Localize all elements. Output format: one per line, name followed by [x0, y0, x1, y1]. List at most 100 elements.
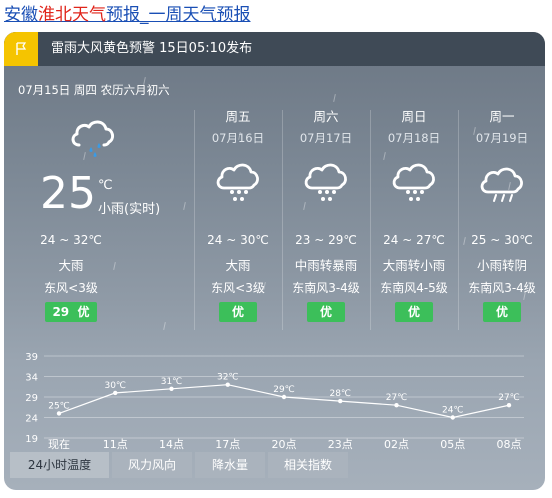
forecast-temp-range: 24 ~ 27℃	[383, 233, 445, 247]
forecast-date: 07月19日	[475, 131, 529, 145]
rain-streak	[163, 321, 166, 331]
point-value-label: 29℃	[273, 385, 295, 395]
temperature-point[interactable]	[281, 394, 287, 400]
rain-streak	[383, 151, 386, 161]
x-tick-label: 20点	[272, 438, 297, 450]
x-tick-label: 08点	[497, 438, 522, 450]
tab-24h-temperature[interactable]: 24小时温度	[10, 452, 109, 478]
warning-flag-icon	[4, 32, 38, 66]
today-summary: 24 ~ 32℃ 大雨 东风<3级 29 优	[30, 232, 112, 322]
temperature-line-chart: 39 34 29 24 19 25℃ 30℃ 31℃ 32℃ 29℃ 28℃ 27℃ 24℃ 27℃ 现在 1…	[25, 352, 524, 450]
forecast-weekday: 周一	[489, 109, 515, 124]
forecast-aqi-badge[interactable]: 优	[395, 302, 433, 322]
tab-related-index[interactable]: 相关指数	[268, 452, 348, 478]
rain-cloud-icon	[212, 162, 264, 208]
forecast-wind: 东风<3级	[211, 281, 265, 295]
point-value-label: 27℃	[386, 393, 408, 403]
forecast-wind: 东南风4-5级	[380, 281, 448, 295]
forecast-weather: 大雨转小雨	[382, 258, 446, 273]
chart-tabs: 24小时温度 风力风向 降水量 相关指数	[4, 452, 545, 480]
rain-streak	[113, 261, 116, 271]
current-temperature: 25	[40, 168, 96, 219]
forecast-day-summary: 24 ~ 27℃ 大雨转小雨 东南风4-5级 优	[373, 232, 455, 322]
today-wind: 东风<3级	[44, 281, 98, 295]
forecast-aqi-badge[interactable]: 优	[483, 302, 521, 322]
forecast-aqi-badge[interactable]: 优	[219, 302, 257, 322]
forecast-wind: 东南风3-4级	[292, 281, 360, 295]
temperature-point[interactable]	[338, 398, 343, 404]
forecast-aqi-badge[interactable]: 优	[307, 302, 345, 322]
point-value-label: 31℃	[161, 377, 183, 387]
column-divider	[194, 110, 195, 330]
x-tick-label: 23点	[328, 438, 353, 450]
forecast-day-summary: 24 ~ 30℃ 大雨 东风<3级 优	[197, 232, 279, 322]
title-city: 淮北天气	[38, 5, 106, 25]
tab-wind[interactable]: 风力风向	[112, 452, 192, 478]
temperature-point[interactable]	[394, 403, 399, 408]
light-rain-cloud-icon	[66, 117, 118, 163]
forecast-temp-range: 24 ~ 30℃	[207, 233, 269, 247]
current-weather-desc: 小雨(实时)	[98, 202, 161, 217]
temperature-point[interactable]	[506, 403, 512, 408]
today-weather: 大雨	[58, 258, 84, 273]
column-divider	[282, 110, 283, 330]
forecast-weather: 小雨转阴	[476, 258, 527, 273]
title-suffix: 预报_一周天气预报	[106, 5, 251, 25]
point-value-label: 24℃	[442, 406, 464, 416]
point-value-label: 27℃	[498, 393, 520, 403]
temperature-point[interactable]	[56, 411, 62, 416]
forecast-date: 07月16日	[211, 131, 265, 145]
aqi-value: 29	[52, 305, 70, 319]
forecast-date: 07月18日	[387, 131, 441, 145]
forecast-weekday: 周六	[313, 109, 339, 124]
aqi-label: 优	[77, 305, 90, 319]
column-divider	[458, 110, 459, 330]
page-title-link[interactable]: 安徽淮北天气预报_一周天气预报	[4, 4, 251, 26]
forecast-temp-range: 25 ~ 30℃	[471, 233, 533, 247]
rain-cloud-icon	[300, 162, 352, 208]
temperature-unit: ℃	[98, 178, 113, 193]
forecast-wind: 东南风3-4级	[468, 281, 536, 295]
forecast-weather: 大雨	[225, 258, 251, 273]
forecast-day-summary: 23 ~ 29℃ 中雨转暴雨 东南风3-4级 优	[285, 232, 367, 322]
forecast-day-header[interactable]: 周五 07月16日	[197, 109, 279, 146]
temperature-point[interactable]	[113, 390, 118, 396]
x-tick-label: 17点	[215, 438, 240, 450]
x-tick-label: 05点	[440, 438, 465, 450]
y-tick-label: 24	[25, 414, 38, 425]
x-tick-label: 现在	[48, 438, 70, 450]
rain-streak	[183, 201, 186, 211]
y-tick-label: 39	[25, 352, 38, 363]
forecast-day-summary: 25 ~ 30℃ 小雨转阴 东南风3-4级 优	[461, 232, 543, 322]
today-aqi-badge[interactable]: 29 优	[45, 302, 97, 322]
point-value-label: 32℃	[217, 373, 239, 383]
x-tick-label: 14点	[159, 438, 184, 450]
forecast-day-header[interactable]: 周日 07月18日	[373, 109, 455, 146]
forecast-date: 07月17日	[299, 131, 353, 145]
y-tick-label: 34	[25, 373, 38, 384]
title-province: 安徽	[4, 5, 38, 25]
x-tick-label: 02点	[384, 438, 409, 450]
rain-cloud-icon	[388, 162, 440, 208]
y-tick-label: 19	[25, 434, 38, 445]
column-divider	[370, 110, 371, 330]
today-temp-range: 24 ~ 32℃	[40, 233, 102, 247]
today-date: 07月15日 周四 农历六月初六	[18, 83, 170, 97]
alert-text: 雷雨大风黄色预警 15日05:10发布	[51, 41, 253, 56]
cloud-rain-light-icon	[476, 166, 528, 208]
x-tick-label: 11点	[103, 438, 128, 450]
forecast-day-header[interactable]: 周六 07月17日	[285, 109, 367, 146]
forecast-weather: 中雨转暴雨	[294, 258, 358, 273]
temperature-point[interactable]	[225, 382, 230, 387]
forecast-day-header[interactable]: 周一 07月19日	[461, 109, 543, 146]
tab-precipitation[interactable]: 降水量	[195, 452, 265, 478]
forecast-weekday: 周日	[401, 109, 427, 124]
temperature-point[interactable]	[169, 386, 174, 391]
point-value-label: 28℃	[329, 389, 351, 399]
temperature-point[interactable]	[450, 415, 455, 420]
weather-alert-bar[interactable]: 雷雨大风黄色预警 15日05:10发布	[4, 32, 545, 66]
weather-panel: 雷雨大风黄色预警 15日05:10发布 07月15日 周四 农历六月初六 25 …	[4, 32, 545, 490]
forecast-temp-range: 23 ~ 29℃	[295, 233, 357, 247]
y-tick-label: 29	[25, 393, 38, 404]
point-value-label: 30℃	[104, 381, 126, 391]
